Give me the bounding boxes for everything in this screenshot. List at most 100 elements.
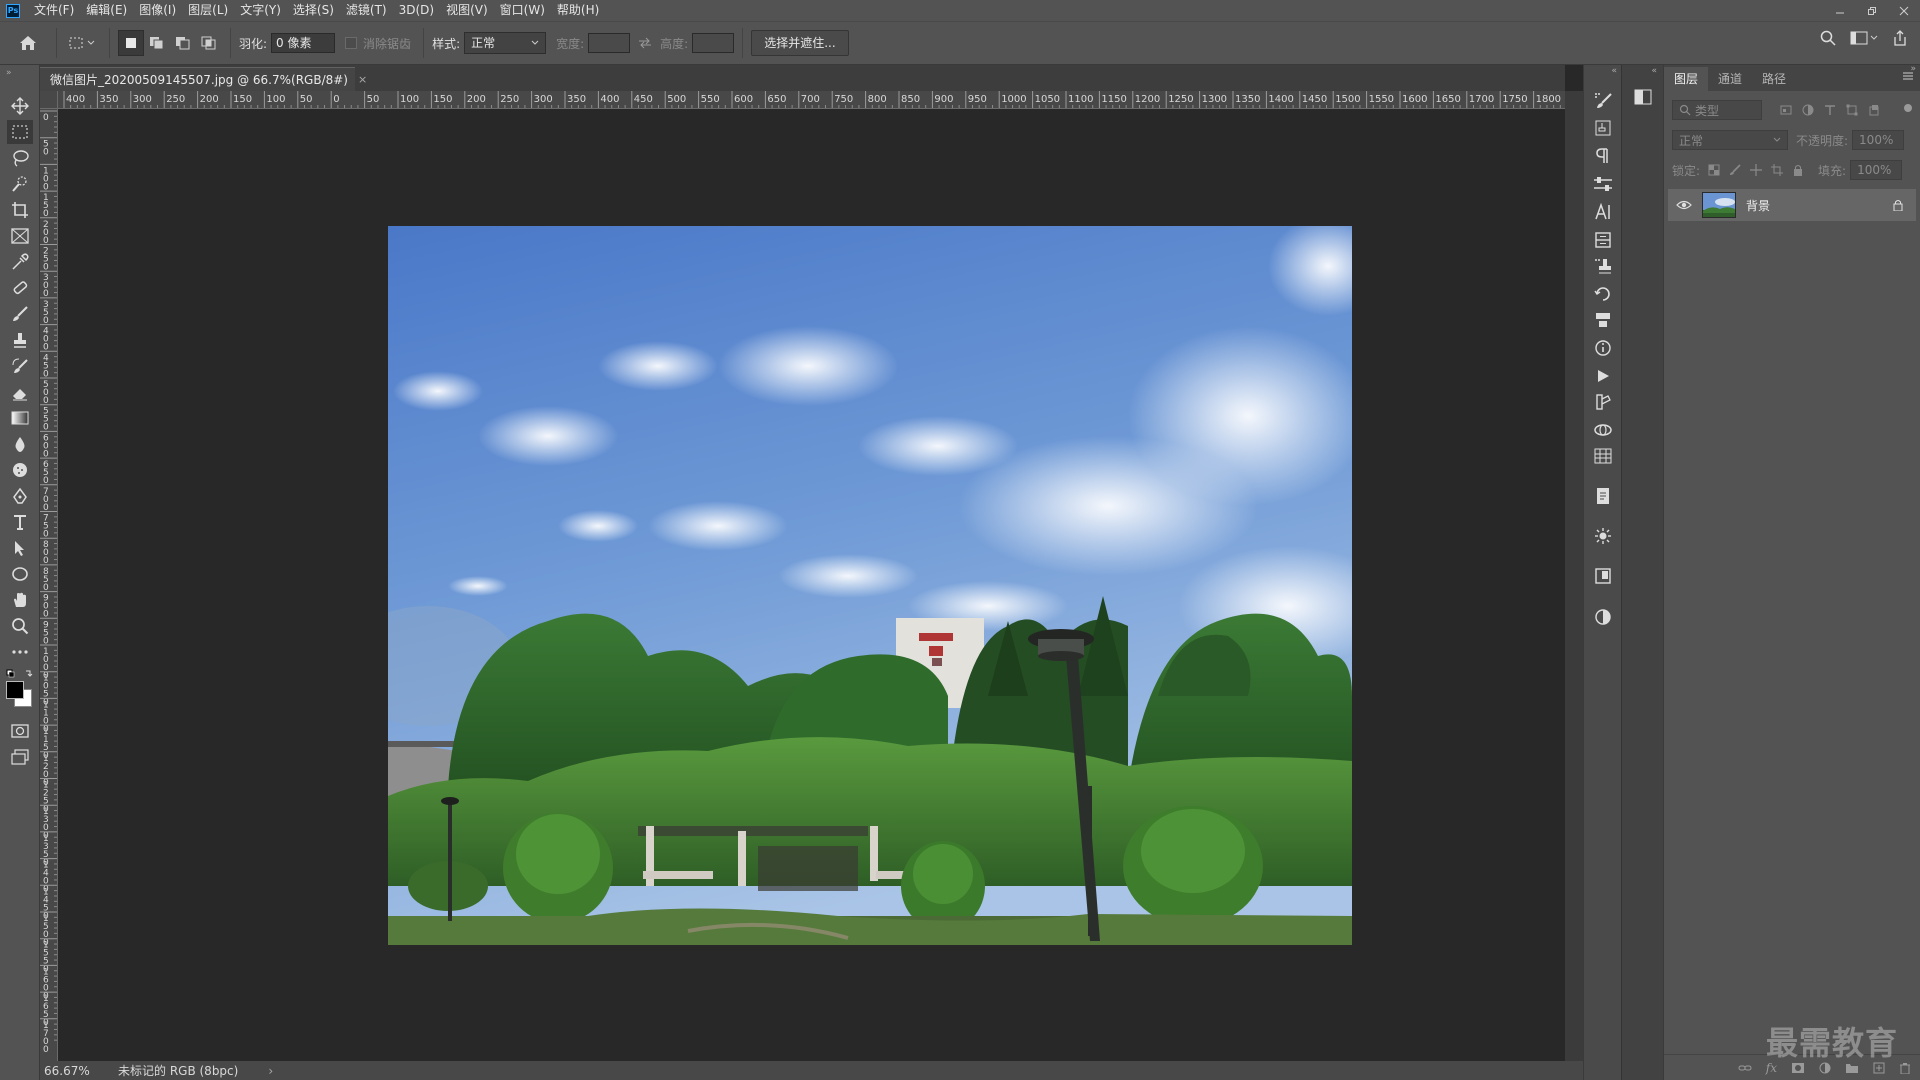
styles-button[interactable]	[1592, 606, 1614, 628]
canvas-area[interactable]	[58, 109, 1565, 1061]
tool-presets-button[interactable]	[1592, 255, 1614, 277]
tool-preset-picker[interactable]	[65, 30, 101, 56]
menu-help[interactable]: 帮助(H)	[551, 0, 605, 21]
vertical-ruler[interactable]: 0501001502002503003504004505005506006507…	[40, 109, 58, 1061]
canvas-scrollbar[interactable]	[1565, 91, 1583, 1061]
search-icon[interactable]	[1820, 30, 1836, 46]
menu-file[interactable]: 文件(F)	[28, 0, 80, 21]
menu-edit[interactable]: 编辑(E)	[80, 0, 133, 21]
menu-3d[interactable]: 3D(D)	[393, 0, 440, 21]
menu-select[interactable]: 选择(S)	[287, 0, 340, 21]
menu-image[interactable]: 图像(I)	[133, 0, 182, 21]
healing-brush-tool[interactable]	[7, 276, 33, 300]
lock-transparent-icon[interactable]	[1708, 164, 1720, 176]
height-input[interactable]	[692, 33, 735, 53]
history-brush-tool[interactable]	[7, 354, 33, 378]
select-and-mask-button[interactable]: 选择并遮住...	[751, 30, 849, 56]
properties-button[interactable]	[1592, 173, 1614, 195]
paragraph-button[interactable]	[1592, 145, 1614, 167]
path-selection-tool[interactable]	[7, 536, 33, 560]
link-layers-icon[interactable]	[1738, 1063, 1752, 1073]
actions-button[interactable]	[1592, 309, 1614, 331]
new-selection-button[interactable]	[118, 30, 144, 56]
layer-name[interactable]: 背景	[1746, 197, 1770, 214]
menu-layer[interactable]: 图层(L)	[182, 0, 234, 21]
status-menu-arrow[interactable]: ›	[268, 1064, 273, 1078]
tab-paths[interactable]: 路径	[1752, 67, 1796, 91]
default-colors-controls[interactable]	[6, 669, 34, 679]
ruler-origin[interactable]	[40, 91, 58, 109]
eyedropper-tool[interactable]	[7, 250, 33, 274]
notes-button[interactable]	[1592, 485, 1614, 507]
style-select[interactable]: 正常	[464, 32, 547, 54]
eraser-tool[interactable]	[7, 380, 33, 404]
intersect-selection-button[interactable]	[196, 30, 222, 56]
hand-tool[interactable]	[7, 588, 33, 612]
lasso-tool[interactable]	[7, 146, 33, 170]
info-button[interactable]	[1592, 337, 1614, 359]
clone-stamp-tool[interactable]	[7, 328, 33, 352]
feather-input[interactable]: 0 像素	[271, 33, 336, 53]
expand-panel-icon[interactable]: »	[1910, 64, 1916, 74]
restore-button[interactable]	[1856, 0, 1888, 21]
menu-view[interactable]: 视图(V)	[440, 0, 494, 21]
document-image[interactable]	[388, 226, 1352, 945]
brush-settings-button[interactable]	[1592, 89, 1614, 111]
3d-button[interactable]	[1592, 419, 1614, 441]
tab-layers[interactable]: 图层	[1664, 67, 1709, 91]
opacity-input[interactable]: 100%	[1852, 130, 1905, 150]
libraries-button[interactable]	[1592, 229, 1614, 251]
add-selection-button[interactable]	[144, 30, 170, 56]
pixel-filter-icon[interactable]	[1780, 104, 1792, 116]
tab-channels[interactable]: 通道	[1708, 67, 1752, 91]
width-input[interactable]	[588, 33, 631, 53]
document-tab-close-icon[interactable]: ×	[358, 73, 367, 86]
lock-artboard-icon[interactable]	[1771, 164, 1784, 176]
zoom-tool[interactable]	[7, 614, 33, 638]
document-tab[interactable]: 微信图片_20200509145507.jpg @ 66.7%(RGB/8#) …	[40, 67, 367, 91]
menu-filter[interactable]: 滤镜(T)	[340, 0, 393, 21]
horizontal-ruler[interactable]: 400 350 300 250 200 150 100 50 0 50 100 150 200 250 30…	[58, 91, 1565, 109]
close-button[interactable]	[1888, 0, 1920, 21]
screen-mode-button[interactable]	[7, 745, 33, 769]
eye-icon[interactable]	[1676, 199, 1692, 211]
minimize-button[interactable]	[1824, 0, 1856, 21]
ellipse-tool[interactable]	[7, 562, 33, 586]
foreground-color-swatch[interactable]	[6, 681, 24, 699]
measurement-log-button[interactable]	[1592, 445, 1614, 467]
move-tool[interactable]	[7, 94, 33, 118]
dodge-tool[interactable]	[7, 458, 33, 482]
clone-source-button[interactable]	[1592, 117, 1614, 139]
pen-tool[interactable]	[7, 484, 33, 508]
adjustments-button[interactable]	[1592, 525, 1614, 547]
smart-object-filter-icon[interactable]	[1868, 104, 1880, 116]
quick-selection-tool[interactable]	[7, 172, 33, 196]
color-panel-button[interactable]	[1632, 86, 1654, 108]
quick-mask-button[interactable]	[7, 719, 33, 743]
zoom-level[interactable]: 66.67%	[44, 1064, 104, 1078]
lock-position-icon[interactable]	[1750, 164, 1763, 176]
layer-filter-select[interactable]: 类型	[1672, 100, 1762, 120]
fill-input[interactable]: 100%	[1850, 160, 1903, 180]
trash-icon[interactable]	[1899, 1062, 1911, 1074]
subtract-selection-button[interactable]	[170, 30, 196, 56]
blend-mode-select[interactable]: 正常	[1672, 130, 1788, 150]
type-filter-icon[interactable]	[1824, 104, 1836, 116]
timeline-button[interactable]	[1592, 365, 1614, 387]
navigator-button[interactable]	[1592, 565, 1614, 587]
menu-type[interactable]: 文字(Y)	[234, 0, 287, 21]
swatches-button[interactable]	[1592, 391, 1614, 413]
lock-all-icon[interactable]	[1792, 164, 1804, 176]
frame-tool[interactable]	[7, 224, 33, 248]
type-tool[interactable]	[7, 510, 33, 534]
menu-window[interactable]: 窗口(W)	[494, 0, 551, 21]
home-button[interactable]	[8, 30, 48, 56]
adjustment-filter-icon[interactable]	[1802, 104, 1814, 116]
rectangular-marquee-tool[interactable]	[7, 120, 33, 144]
brush-tool[interactable]	[7, 302, 33, 326]
shape-filter-icon[interactable]	[1846, 104, 1858, 116]
workspace-icon[interactable]	[1850, 30, 1878, 46]
gradient-tool[interactable]	[7, 406, 33, 430]
collapse-dock-icon[interactable]: «	[1611, 66, 1617, 76]
filter-toggle[interactable]	[1904, 104, 1912, 112]
